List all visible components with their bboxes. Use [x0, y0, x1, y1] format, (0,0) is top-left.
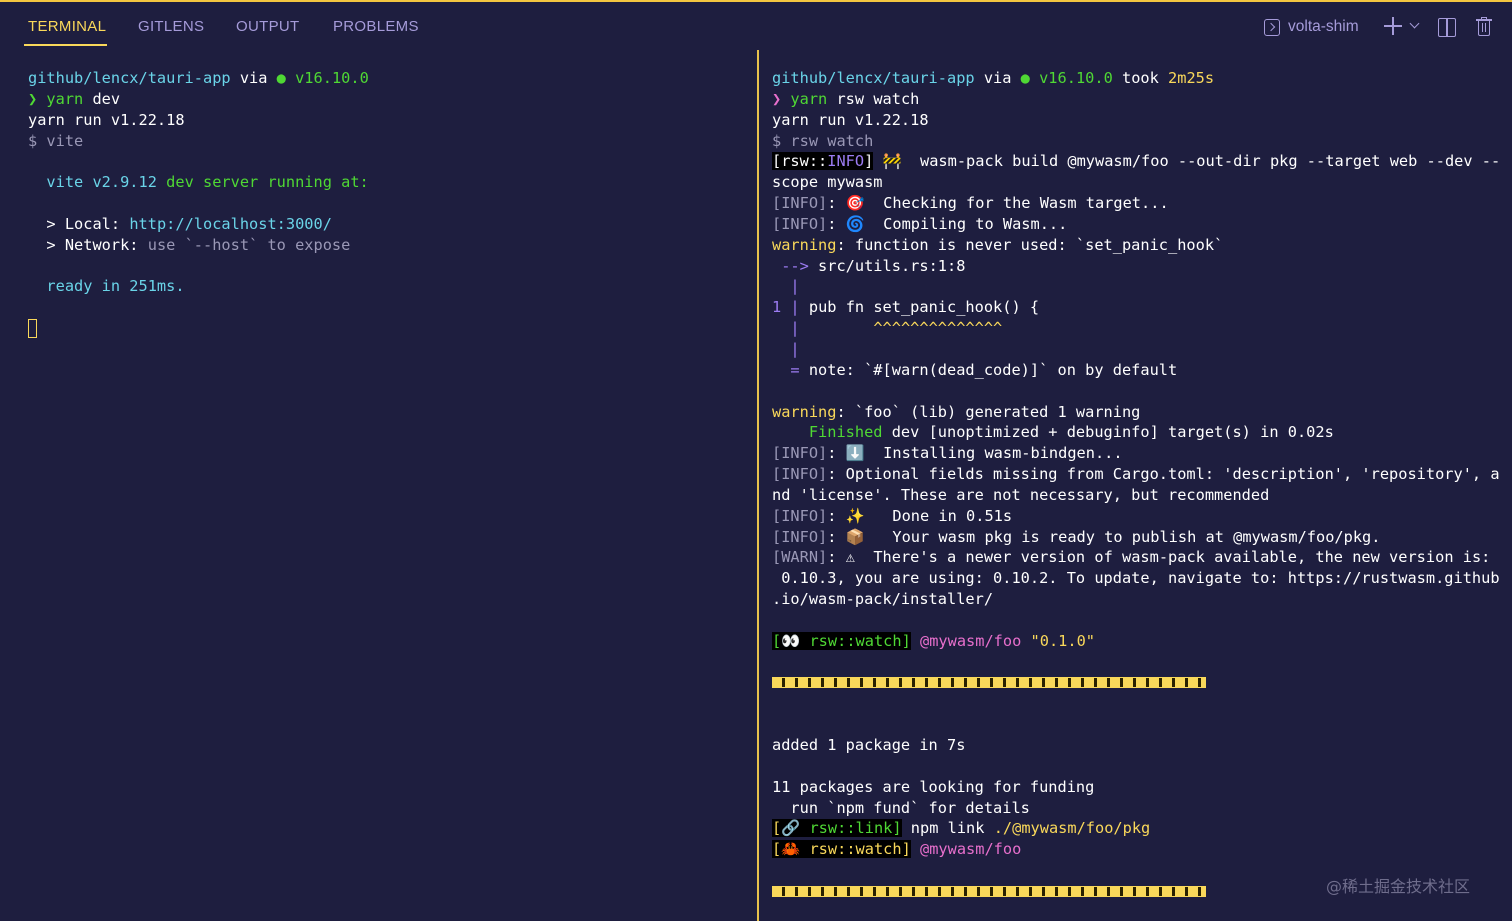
- pane-divider[interactable]: [757, 50, 759, 921]
- trash-icon[interactable]: [1476, 17, 1492, 37]
- terminal-line: [WARN]: ⚠ There's a newer version of was…: [772, 548, 1491, 567]
- terminal-line: [🦀 rsw::watch] @mywasm/foo: [772, 840, 1022, 859]
- terminal-line: | ^^^^^^^^^^^^^^: [772, 319, 1003, 338]
- terminal-line: ❯ yarn rsw watch: [772, 89, 920, 108]
- terminal-line: |: [772, 339, 800, 358]
- target-emoji-icon: 🎯: [845, 194, 865, 213]
- warning-emoji-icon: ⚠: [845, 548, 855, 567]
- split-terminal-icon[interactable]: [1438, 18, 1456, 37]
- terminal-line: warning: function is never used: `set_pa…: [772, 235, 1224, 254]
- crab-emoji-icon: 🦀: [781, 840, 801, 859]
- terminal-line: ❯ yarn dev: [28, 89, 121, 108]
- terminal-line: [INFO]: 🌀 Compiling to Wasm...: [772, 214, 1068, 233]
- terminal-cursor: [28, 319, 37, 339]
- terminal-line: $ vite: [28, 131, 84, 150]
- terminal-line: warning: `foo` (lib) generated 1 warning: [772, 402, 1141, 421]
- chevron-down-icon[interactable]: [1409, 18, 1420, 29]
- terminal-line: [INFO]: 🎯 Checking for the Wasm target..…: [772, 194, 1169, 213]
- terminal-line: 11 packages are looking for funding: [772, 777, 1095, 796]
- terminal-line: > Network: use `--host` to expose: [28, 235, 351, 254]
- eyes-emoji-icon: 👀: [781, 631, 801, 650]
- shell-name-label: volta-shim: [1288, 18, 1359, 35]
- terminal-pane-right[interactable]: github/lencx/tauri-app via ● v16.10.0 to…: [772, 68, 1502, 902]
- local-url-link[interactable]: http://localhost:3000/: [129, 215, 332, 233]
- terminal-line: [INFO]: ✨ Done in 0.51s: [772, 506, 1013, 525]
- watermark: @稀土掘金技术社区: [1326, 877, 1471, 896]
- active-tab-indicator: [24, 44, 107, 46]
- tab-gitlens[interactable]: GITLENS: [138, 18, 204, 35]
- terminal-line: nd 'license'. These are not necessary, b…: [772, 485, 1270, 504]
- sparkles-emoji-icon: ✨: [845, 506, 865, 525]
- terminal-line: yarn run v1.22.18: [28, 110, 185, 129]
- terminal-line: Finished dev [unoptimized + debuginfo] t…: [772, 423, 1334, 442]
- terminal-line: 0.10.3, you are using: 0.10.2. To update…: [772, 569, 1500, 588]
- terminal-line: run `npm fund` for details: [772, 798, 1030, 817]
- terminal-shell-icon: [1264, 18, 1280, 36]
- down-arrow-emoji-icon: ⬇️: [845, 444, 865, 463]
- terminal-cursor-line: [28, 318, 748, 339]
- progress-line: [772, 672, 1502, 693]
- terminal-line: [rsw::INFO] 🚧 wasm-pack build @mywasm/fo…: [772, 152, 1501, 171]
- terminal-line: ready in 251ms.: [28, 277, 185, 296]
- tab-terminal[interactable]: TERMINAL: [28, 18, 106, 35]
- terminal-shell-selector[interactable]: volta-shim: [1264, 16, 1359, 38]
- terminal-line: added 1 package in 7s: [772, 736, 966, 754]
- terminal-line: |: [772, 277, 800, 296]
- cyclone-emoji-icon: 🌀: [845, 214, 865, 233]
- terminal-line: > Local: http://localhost:3000/: [28, 214, 332, 233]
- terminal-line: --> src/utils.rs:1:8: [772, 256, 966, 275]
- panel-tab-bar: TERMINAL GITLENS OUTPUT PROBLEMS volta-s…: [0, 2, 1512, 50]
- link-emoji-icon: 🔗: [781, 819, 801, 838]
- terminal-line: [INFO]: ⬇️ Installing wasm-bindgen...: [772, 444, 1123, 463]
- terminal-line: yarn run v1.22.18: [772, 110, 929, 129]
- terminal-line: [INFO]: 📦 Your wasm pkg is ready to publ…: [772, 527, 1381, 546]
- construction-emoji-icon: 🚧: [873, 152, 902, 171]
- terminal-line: [👀 rsw::watch] @mywasm/foo "0.1.0": [772, 631, 1095, 650]
- tab-problems[interactable]: PROBLEMS: [333, 18, 419, 35]
- terminal-line: $ rsw watch: [772, 131, 874, 150]
- terminal-line: github/lencx/tauri-app via ● v16.10.0 to…: [772, 69, 1215, 87]
- terminal-line: 1 | pub fn set_panic_hook() {: [772, 298, 1040, 317]
- terminal-line: .io/wasm-pack/installer/: [772, 590, 994, 609]
- terminal-line: [🔗 rsw::link] npm link ./@mywasm/foo/pkg: [772, 819, 1151, 838]
- terminal-line: scope mywasm: [772, 173, 883, 192]
- terminal-line: github/lencx/tauri-app via ● v16.10.0: [28, 69, 369, 87]
- progress-bar: [772, 885, 1206, 897]
- terminal-line: = note: `#[warn(dead_code)]` on by defau…: [772, 360, 1178, 379]
- progress-bar: [772, 677, 1206, 689]
- new-terminal-plus-icon[interactable]: [1382, 14, 1404, 38]
- terminal-line: vite v2.9.12 dev server running at:: [28, 173, 369, 192]
- tab-output[interactable]: OUTPUT: [236, 18, 299, 35]
- terminal-line: [INFO]: Optional fields missing from Car…: [772, 465, 1500, 484]
- package-emoji-icon: 📦: [845, 527, 865, 546]
- terminal-pane-left[interactable]: github/lencx/tauri-app via ● v16.10.0 ❯ …: [28, 68, 748, 339]
